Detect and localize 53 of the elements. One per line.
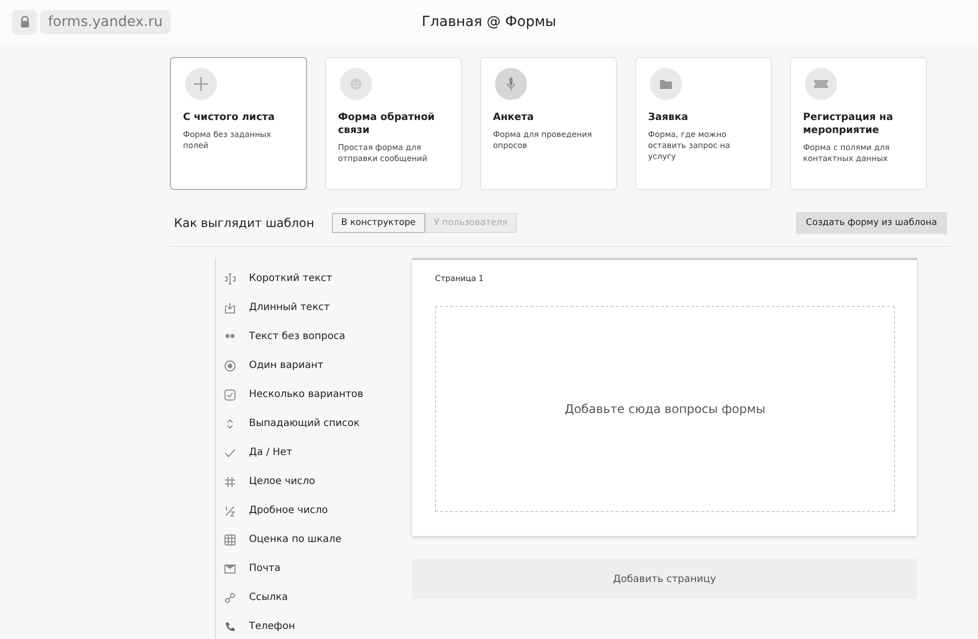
question-type-item[interactable]: Оценка по шкале: [224, 525, 404, 554]
address-field[interactable]: forms.yandex.ru: [40, 10, 171, 34]
create-form-button[interactable]: Создать форму из шаблона: [796, 212, 947, 234]
question-type-item[interactable]: Телефон: [224, 612, 404, 639]
fraction-icon: [224, 504, 236, 516]
question-type-item[interactable]: Выпадающий список: [224, 409, 404, 438]
question-type-item[interactable]: Ссылка: [224, 583, 404, 612]
lock-icon: [12, 10, 37, 34]
template-title: Анкета: [493, 111, 535, 124]
question-type-item[interactable]: Да / Нет: [224, 438, 404, 467]
ticket-icon: [805, 68, 837, 100]
smiley-icon: [340, 68, 372, 100]
question-type-item[interactable]: Целое число: [224, 467, 404, 496]
question-type-item[interactable]: Дробное число: [224, 496, 404, 525]
template-title: Форма обратной связи: [338, 111, 436, 137]
template-card[interactable]: Анкета Форма для проведения опросов: [480, 57, 617, 190]
question-type-item[interactable]: Несколько вариантов: [224, 380, 404, 409]
template-card[interactable]: С чистого листа Форма без заданных полей: [170, 57, 307, 190]
microphone-icon: [495, 68, 527, 100]
template-description: Простая форма для отправки сообщений: [338, 142, 428, 164]
view-tab[interactable]: В конструкторе: [332, 213, 425, 233]
template-title: С чистого листа: [183, 111, 276, 124]
template-description: Форма с полями для контактных данных: [803, 142, 891, 164]
question-type-item[interactable]: Почта: [224, 554, 404, 583]
template-card[interactable]: Заявка Форма, где можно оставить запрос на услугу: [635, 57, 772, 190]
template-description: Форма для проведения опросов: [493, 129, 593, 151]
grid-icon: [224, 534, 236, 546]
template-card[interactable]: Форма обратной связи Простая форма для отправки сообщений: [325, 57, 462, 190]
page-title-label: Страница 1: [435, 274, 485, 283]
question-type-item[interactable]: Длинный текст: [224, 293, 404, 322]
question-dropzone[interactable]: Добавьте сюда вопросы формы: [435, 306, 895, 512]
updown-arrows-icon: [224, 418, 236, 430]
template-description: Форма без заданных полей: [183, 129, 272, 151]
question-type-item[interactable]: Короткий текст: [224, 264, 404, 293]
hash-icon: [224, 476, 236, 488]
template-description: Форма, где можно оставить запрос на услугу: [648, 129, 732, 162]
checkbox-icon: [224, 388, 236, 400]
question-type-item[interactable]: Один вариант: [224, 351, 404, 380]
radio-icon: [224, 360, 236, 372]
folder-icon: [650, 68, 682, 100]
page-title: Главная @ Формы: [422, 14, 556, 30]
text-cursor-icon: [224, 272, 236, 284]
check-icon: [224, 446, 236, 458]
link-icon: [224, 592, 236, 604]
preview-label: Как выглядит шаблон: [174, 216, 314, 230]
phone-icon: [224, 620, 236, 632]
add-page-button[interactable]: Добавить страницу: [412, 559, 917, 599]
template-title: Регистрация на мероприятие: [803, 111, 894, 137]
question-type-item[interactable]: Текст без вопроса: [224, 322, 404, 351]
plus-icon: [185, 68, 217, 100]
template-title: Заявка: [648, 111, 690, 124]
template-card[interactable]: Регистрация на мероприятие Форма с полями для контактных данных: [790, 57, 927, 190]
envelope-icon: [224, 562, 236, 574]
